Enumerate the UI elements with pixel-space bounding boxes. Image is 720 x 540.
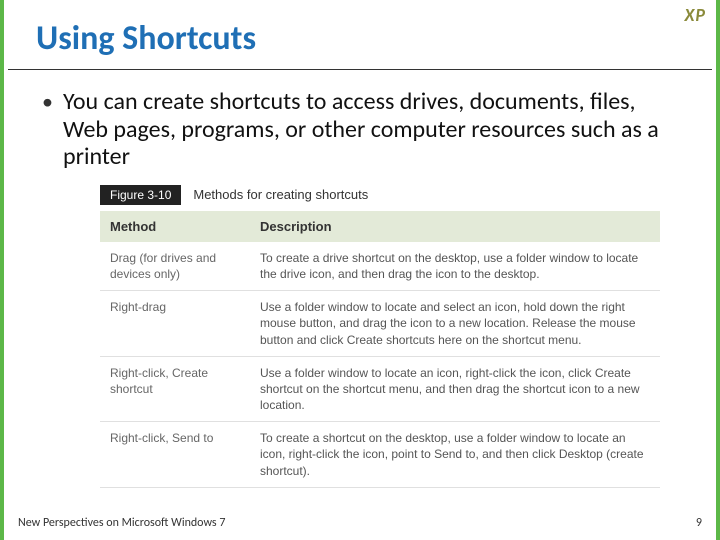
cell-description: To create a shortcut on the desktop, use… [250,422,660,488]
slide: XP Using Shortcuts • You can create shor… [0,0,720,540]
cell-method: Right-click, Send to [100,422,250,488]
figure-table: Method Description Drag (for drives and … [100,211,660,488]
cell-method: Drag (for drives and devices only) [100,242,250,291]
slide-title: Using Shortcuts [8,0,712,70]
col-header-description: Description [250,211,660,242]
cell-description: Use a folder window to locate an icon, r… [250,356,660,422]
bullet-dot-icon: • [42,88,53,114]
cell-description: Use a folder window to locate and select… [250,291,660,357]
slide-body: • You can create shortcuts to access dri… [4,70,716,488]
figure-header: Figure 3-10 Methods for creating shortcu… [100,185,660,205]
figure-block: Figure 3-10 Methods for creating shortcu… [100,185,660,488]
cell-method: Right-click, Create shortcut [100,356,250,422]
table-row: Drag (for drives and devices only) To cr… [100,242,660,291]
col-header-method: Method [100,211,250,242]
cell-description: To create a drive shortcut on the deskto… [250,242,660,291]
figure-caption: Methods for creating shortcuts [193,187,368,202]
table-row: Right-click, Create shortcut Use a folde… [100,356,660,422]
bullet-text: You can create shortcuts to access drive… [63,88,678,171]
figure-label: Figure 3-10 [100,185,181,205]
cell-method: Right-drag [100,291,250,357]
xp-badge: XP [685,4,707,26]
footer: New Perspectives on Microsoft Windows 7 … [18,516,702,530]
bullet-item: • You can create shortcuts to access dri… [42,88,678,171]
footer-text: New Perspectives on Microsoft Windows 7 [18,516,225,530]
table-row: Right-drag Use a folder window to locate… [100,291,660,357]
page-number: 9 [696,516,702,530]
table-header-row: Method Description [100,211,660,242]
table-row: Right-click, Send to To create a shortcu… [100,422,660,488]
